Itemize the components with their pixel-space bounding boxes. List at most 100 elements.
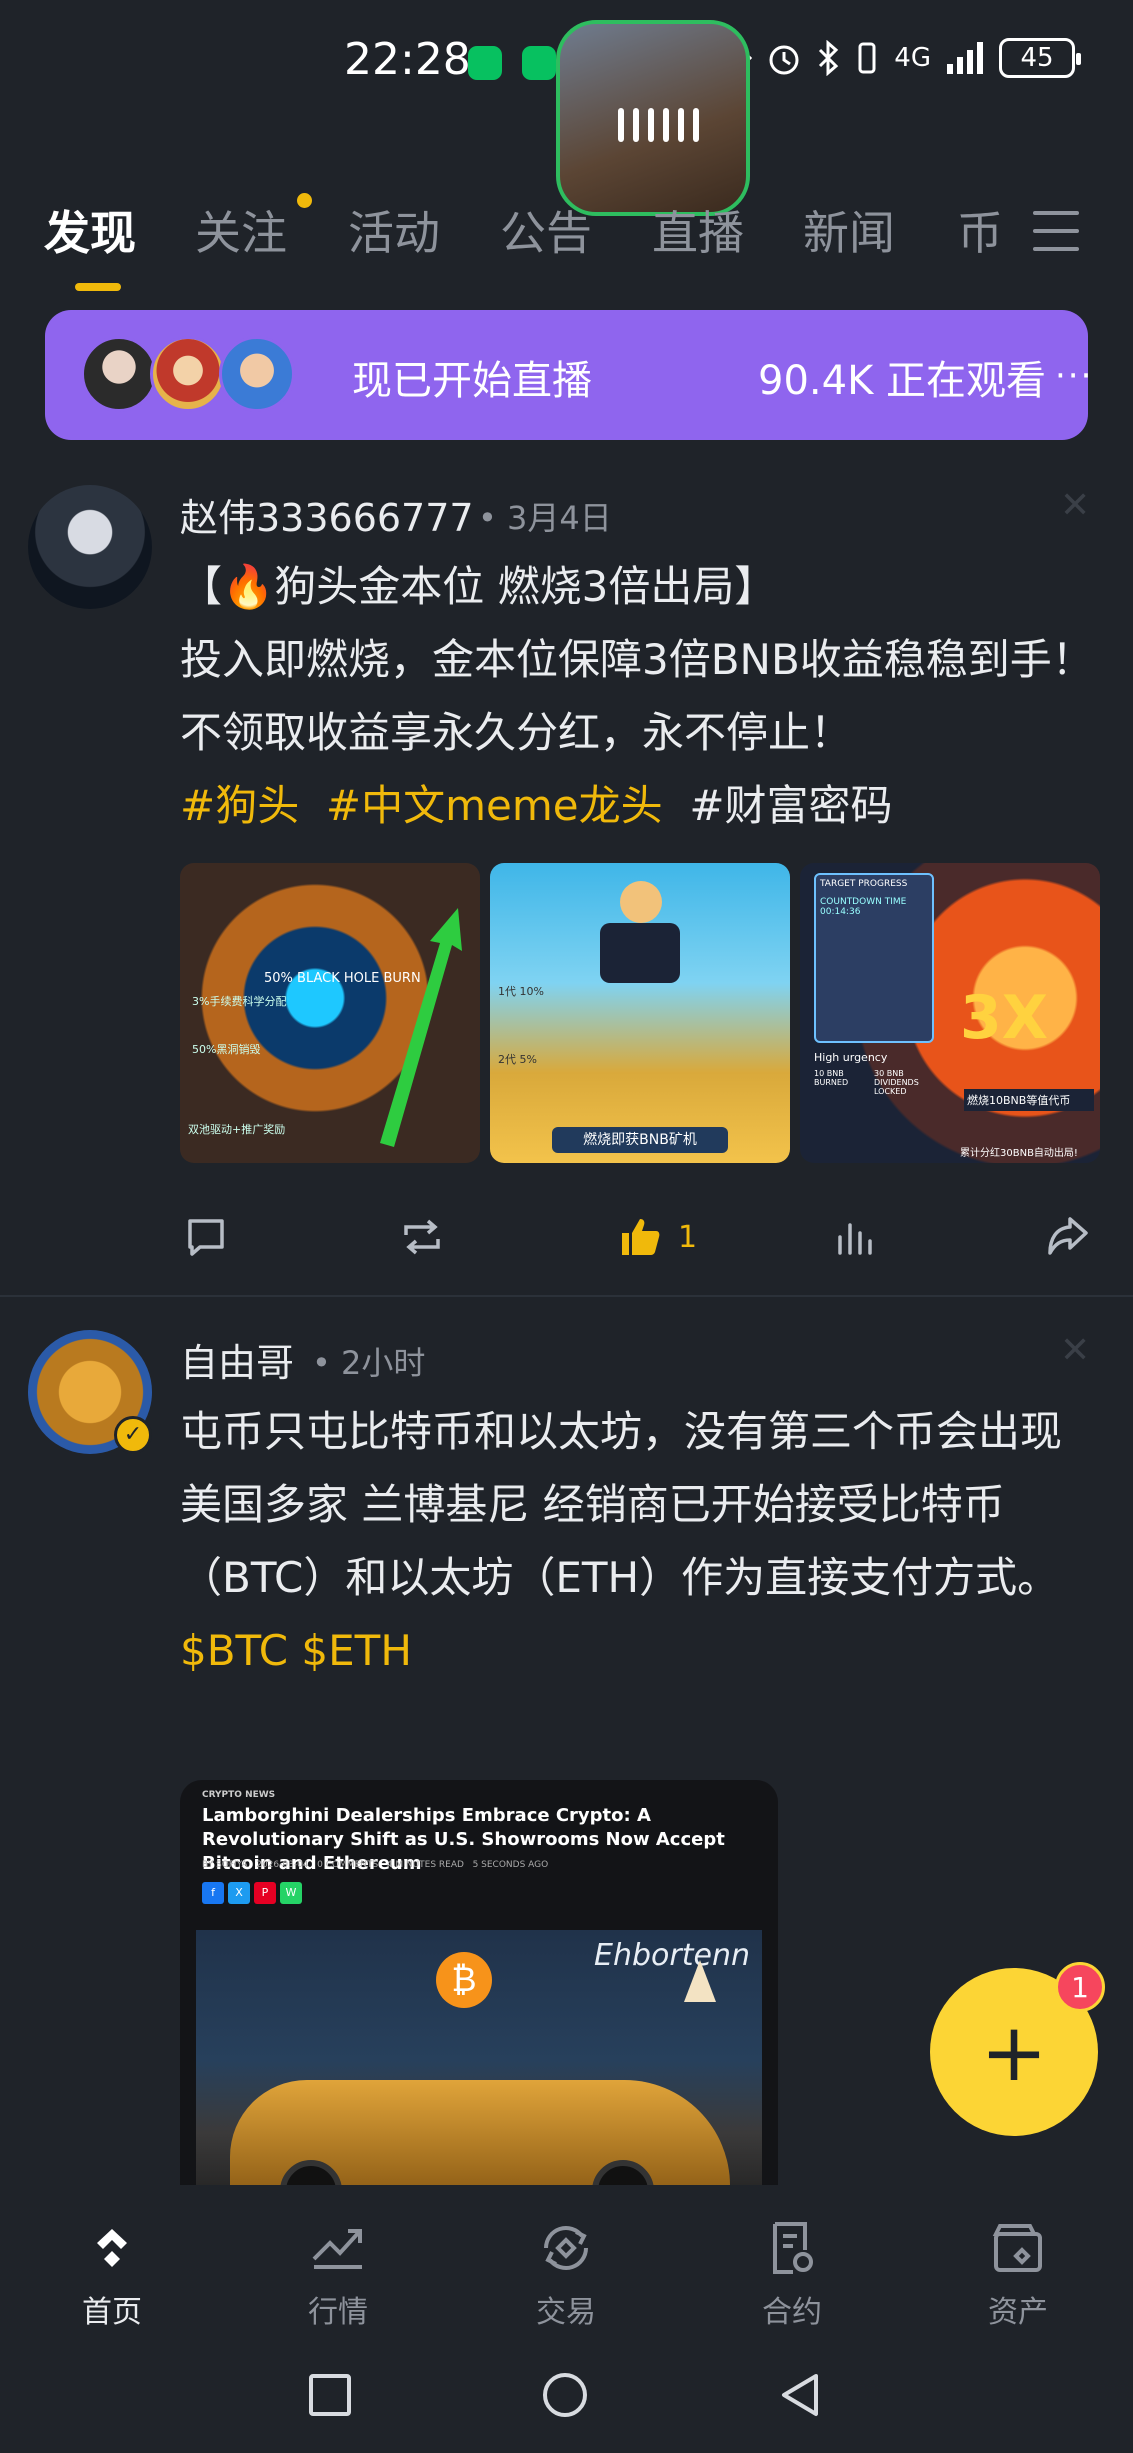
news-image: Ehbortenn ₿ <box>196 1930 762 2210</box>
post-actions: 1 <box>180 1207 1088 1267</box>
post-image[interactable]: 1代 10% 2代 5% 燃烧即获BNB矿机 <box>490 863 790 1163</box>
tab-announcements[interactable]: 公告 <box>500 197 592 263</box>
post-text: 美国多家 兰博基尼 经销商已开始接受比特币（BTC）和以太坊（ETH）作为直接支… <box>180 1468 1100 1687</box>
nav-home[interactable]: 首页 <box>52 2215 172 2331</box>
post-time: • 2小时 <box>312 1344 426 1382</box>
image-caption: TARGET PROGRESS <box>820 879 908 889</box>
pinterest-icon: P <box>254 1882 276 1904</box>
close-icon[interactable]: ✕ <box>1060 485 1090 526</box>
image-caption: 双池驱动+推广奖励 <box>188 1123 286 1136</box>
post-author[interactable]: 自由哥 <box>180 1332 294 1387</box>
home-system-button[interactable] <box>540 2370 590 2420</box>
feed-tabs: 发现 关注 活动 公告 直播 新闻 币 <box>0 185 1133 295</box>
image-caption: 燃烧即获BNB矿机 <box>552 1127 728 1153</box>
menu-icon[interactable] <box>1033 211 1079 251</box>
audio-bars-icon <box>618 108 699 142</box>
repost-icon <box>404 1219 440 1255</box>
tab-live[interactable]: 直播 <box>652 197 744 263</box>
image-caption: 30 BNB DIVIDENDS LOCKED <box>874 1069 919 1096</box>
live-banner-text: 现已开始直播 <box>352 358 592 404</box>
nav-label: 合约 <box>762 2295 822 2330</box>
doge-icon <box>620 881 662 923</box>
post-image[interactable]: TARGET PROGRESS COUNTDOWN TIME 00:14:36 … <box>800 863 1100 1163</box>
stats-button[interactable] <box>834 1207 878 1267</box>
network-label: 4G <box>894 43 931 73</box>
hashtag[interactable]: #财富密码 <box>689 781 892 830</box>
image-caption: 3X <box>960 983 1049 1053</box>
suit-figure <box>600 923 680 983</box>
nav-markets[interactable]: 行情 <box>278 2215 398 2331</box>
nav-trade[interactable]: 交易 <box>506 2215 626 2331</box>
bar-chart-icon <box>838 1223 872 1255</box>
comment-icon <box>188 1219 224 1256</box>
live-banner[interactable]: 现已开始直播 90.4K 正在观看 ··· <box>45 310 1091 440</box>
post-time: • 3月4日 <box>478 499 612 537</box>
news-meta: BY SOFIYA 2026-03-04 0 COMMENTS 4 MINUTE… <box>202 1860 548 1870</box>
avatar <box>219 336 295 412</box>
avatar <box>81 336 157 412</box>
cashtag[interactable]: $BTC <box>180 1626 288 1675</box>
post-time-value: 3月4日 <box>507 499 612 537</box>
post-image[interactable]: 50% BLACK HOLE BURN 3%手续费科学分配 50%黑洞销毁 双池… <box>180 863 480 1163</box>
tab-coins[interactable]: 币 <box>957 197 1003 263</box>
wechat-icon <box>522 46 556 80</box>
countdown-panel: TARGET PROGRESS COUNTDOWN TIME 00:14:36 <box>814 873 934 1043</box>
vibrate-icon <box>858 42 876 74</box>
bottom-navigation: 首页 行情 交易 合约 资产 <box>0 2185 1133 2453</box>
nav-label: 资产 <box>988 2295 1048 2330</box>
showroom-sign: Ehbortenn <box>594 1938 750 1973</box>
status-time: 22:28 <box>344 34 471 85</box>
tab-discover[interactable]: 发现 <box>44 197 136 263</box>
back-button[interactable] <box>776 2370 826 2420</box>
news-category: CRYPTO NEWS <box>202 1790 276 1800</box>
image-caption: COUNTDOWN TIME 00:14:36 <box>820 897 907 917</box>
repost-button[interactable] <box>398 1207 446 1267</box>
image-caption: 1代 10% <box>498 985 544 998</box>
battery-icon: 45 <box>999 38 1081 78</box>
share-button[interactable] <box>1046 1207 1090 1267</box>
close-icon[interactable]: ✕ <box>1060 1330 1090 1371</box>
post-title: 【🔥狗头金本位 燃烧3倍出局】 <box>180 562 777 611</box>
nav-assets[interactable]: 资产 <box>958 2215 1078 2331</box>
news-card[interactable]: CRYPTO NEWS Lamborghini Dealerships Embr… <box>180 1780 778 2210</box>
verified-badge-icon: ✓ <box>114 1416 152 1454</box>
news-read-time: 4 MINUTES READ <box>386 1860 464 1870</box>
tab-activities[interactable]: 活动 <box>348 197 440 263</box>
image-caption: High urgency <box>814 1051 888 1064</box>
nav-futures[interactable]: 合约 <box>732 2215 852 2331</box>
post-time-value: 2小时 <box>341 1344 426 1382</box>
nav-label: 首页 <box>82 2295 142 2330</box>
like-button[interactable]: 1 <box>618 1207 697 1267</box>
post-text-line: 美国多家 兰博基尼 经销商已开始接受比特币（BTC）和以太坊（ETH）作为直接支… <box>180 1480 1060 1602</box>
comment-button[interactable] <box>184 1207 228 1267</box>
news-date: 2026-03-04 <box>256 1860 309 1870</box>
tab-news[interactable]: 新闻 <box>803 197 895 263</box>
thumbs-up-icon <box>622 1219 660 1255</box>
image-caption: 累计分红30BNB自动出局! <box>960 1148 1078 1159</box>
image-caption: 2代 5% <box>498 1053 537 1066</box>
facebook-icon: f <box>202 1882 224 1904</box>
more-options-icon[interactable]: ··· <box>1055 356 1093 396</box>
news-byline: BY SOFIYA <box>202 1860 248 1870</box>
news-ago: 5 SECONDS AGO <box>472 1860 549 1870</box>
whatsapp-icon: W <box>280 1882 302 1904</box>
recent-apps-button[interactable] <box>305 2370 355 2420</box>
image-caption: 10 BNB BURNED <box>814 1069 849 1087</box>
avatar[interactable] <box>28 485 152 609</box>
notification-dot <box>297 193 312 208</box>
alarm-icon <box>769 45 799 75</box>
post-body: 屯币只屯比特币和以太坊，没有第三个币会出现 美国多家 兰博基尼 经销商已开始接受… <box>180 1395 1100 1687</box>
wechat-icon <box>468 46 502 80</box>
bluetooth-icon <box>819 40 839 76</box>
cashtag[interactable]: $ETH <box>301 1626 412 1675</box>
tab-following[interactable]: 关注 <box>195 197 287 263</box>
hashtag[interactable]: #中文meme龙头 <box>326 781 663 830</box>
hashtag[interactable]: #狗头 <box>180 781 299 830</box>
post-divider <box>0 1295 1133 1297</box>
post-author[interactable]: 赵伟333666777 <box>180 487 474 542</box>
like-count: 1 <box>678 1219 698 1255</box>
notification-badge: 1 <box>1055 1962 1105 2012</box>
share-icon <box>1048 1217 1088 1255</box>
futures-icon <box>773 2222 813 2274</box>
battery-level: 45 <box>1020 43 1054 73</box>
